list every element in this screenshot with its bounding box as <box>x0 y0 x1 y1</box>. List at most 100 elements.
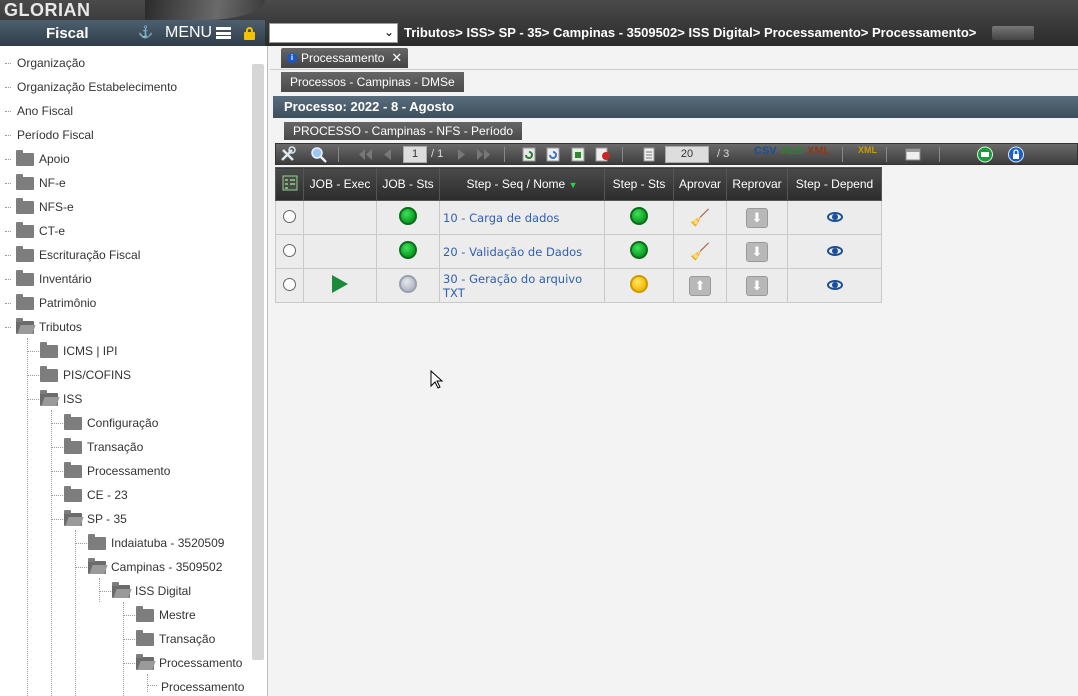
thumbs-down-icon[interactable]: ⬇ <box>746 207 768 228</box>
layout-icon[interactable] <box>904 146 922 163</box>
xml-config-button[interactable]: XML <box>858 145 877 155</box>
prev-page-icon[interactable] <box>378 146 396 163</box>
sidebar-item-organizacao-estabelecimento[interactable]: Organização Estabelecimento <box>0 78 250 98</box>
sidebar-item-patrimonio[interactable]: Patrimônio <box>0 294 250 314</box>
delete-doc-icon[interactable] <box>593 146 611 163</box>
broom-icon[interactable]: 🧹 <box>690 210 710 227</box>
eye-icon[interactable] <box>826 245 843 256</box>
refresh-icon[interactable] <box>520 146 538 163</box>
row-radio[interactable] <box>283 243 296 257</box>
sidebar-item-escrituracao-fiscal[interactable]: Escrituração Fiscal <box>0 246 250 266</box>
folder-icon <box>136 630 154 646</box>
sidebar-item-sp-35[interactable]: SP - 35 <box>0 510 250 530</box>
tab-label: Processamento <box>301 51 385 65</box>
col-job-exec[interactable]: JOB - Exec <box>303 167 377 201</box>
sidebar-item-mestre[interactable]: Mestre <box>0 606 250 626</box>
main-content: i Processamento ✕ Processos - Campinas -… <box>270 46 1078 696</box>
close-icon[interactable]: ✕ <box>391 50 402 66</box>
sidebar-item-indaiatuba[interactable]: Indaiatuba - 3520509 <box>0 534 250 554</box>
folder-icon <box>16 174 34 190</box>
folder-icon <box>64 486 82 502</box>
eye-icon[interactable] <box>826 211 843 222</box>
export-csv-button[interactable]: CSV <box>754 145 777 157</box>
sidebar-item-transacao-iss[interactable]: Transação <box>0 630 250 650</box>
table-row[interactable]: 30 - Geração do arquivo TXT ⬆ ⬇ <box>275 268 882 303</box>
tab-processamento[interactable]: i Processamento ✕ <box>281 48 409 68</box>
app-logo: GLORIAN <box>4 0 91 20</box>
thumbs-down-icon[interactable]: ⬇ <box>746 275 768 296</box>
status-yellow-icon <box>630 275 648 293</box>
step-link[interactable]: 20 - Validação de Dados <box>439 234 605 269</box>
col-step-seq-nome[interactable]: Step - Seq / Nome ▼ <box>439 167 605 201</box>
sidebar-item-organizacao[interactable]: Organização <box>0 54 250 74</box>
sidebar-item-nfe[interactable]: NF-e <box>0 174 250 194</box>
last-page-icon[interactable] <box>475 146 493 163</box>
sidebar-item-tributos[interactable]: Tributos <box>0 318 250 338</box>
thumbs-up-icon[interactable]: ⬆ <box>689 275 711 296</box>
lock-toolbar-icon[interactable] <box>1007 146 1025 163</box>
page-number-input[interactable]: 1 <box>403 146 427 163</box>
sidebar-item-iss-digital[interactable]: ISS Digital <box>0 582 250 602</box>
sidebar-item-iss[interactable]: ISS <box>0 390 250 410</box>
step-link[interactable]: 10 - Carga de dados <box>439 200 605 235</box>
sidebar-item-ano-fiscal[interactable]: Ano Fiscal <box>0 102 250 122</box>
play-icon[interactable] <box>332 275 348 293</box>
export-xls-button[interactable]: XLS <box>781 145 802 157</box>
col-aprovar[interactable]: Aprovar <box>673 167 727 201</box>
col-step-seq-nome-label: Step - Seq / Nome <box>466 177 566 191</box>
tab-strip: i Processamento ✕ <box>270 46 1078 70</box>
table-row[interactable]: 20 - Validação de Dados 🧹 ⬇ <box>275 234 882 269</box>
select-all-header[interactable] <box>275 167 304 201</box>
search-icon[interactable] <box>310 146 328 163</box>
hamburger-icon[interactable] <box>216 27 231 39</box>
col-job-sts[interactable]: JOB - Sts <box>376 167 440 201</box>
company-select[interactable]: ⌄ <box>269 23 398 43</box>
module-bar: Fiscal ⚓ MENU <box>0 20 265 46</box>
folder-icon <box>40 366 58 382</box>
broom-icon[interactable]: 🧹 <box>690 244 710 261</box>
breadcrumb-overflow <box>992 26 1034 40</box>
folder-icon <box>16 270 34 286</box>
go-icon[interactable] <box>976 146 994 163</box>
sidebar-item-processamento-iss[interactable]: Processamento <box>0 654 250 674</box>
sidebar-item-apoio[interactable]: Apoio <box>0 150 250 170</box>
sidebar-item-periodo-fiscal[interactable]: Período Fiscal <box>0 126 250 146</box>
sidebar-item-nfse[interactable]: NFS-e <box>0 198 250 218</box>
rows-per-page-input[interactable]: 20 <box>665 146 709 163</box>
col-step-sts[interactable]: Step - Sts <box>604 167 674 201</box>
sidebar-item-inventario[interactable]: Inventário <box>0 270 250 290</box>
reload-icon[interactable] <box>544 146 562 163</box>
sidebar-item-configuracao[interactable]: Configuração <box>0 414 250 434</box>
rows-total: / 3 <box>717 148 730 160</box>
sidebar-item-cte[interactable]: CT-e <box>0 222 250 242</box>
lock-icon[interactable] <box>244 27 255 40</box>
col-step-depend[interactable]: Step - Depend <box>787 167 882 201</box>
pin-icon[interactable]: ⚓ <box>138 25 153 41</box>
step-link[interactable]: 30 - Geração do arquivo TXT <box>439 268 605 303</box>
sidebar-item-icms-ipi[interactable]: ICMS | IPI <box>0 342 250 362</box>
sort-icon[interactable]: ▼ <box>569 180 578 190</box>
export-xml-button[interactable]: XML <box>807 145 830 157</box>
next-page-icon[interactable] <box>453 146 471 163</box>
folder-icon <box>88 534 106 550</box>
sidebar-item-campinas[interactable]: Campinas - 3509502 <box>0 558 250 578</box>
table-row[interactable]: 10 - Carga de dados 🧹 ⬇ <box>275 200 882 235</box>
grid-toolbar: 1 / 1 20 / 3 CSV XLS XML XML <box>275 143 1078 165</box>
job-exec-cell <box>303 234 377 269</box>
col-reprovar[interactable]: Reprovar <box>726 167 788 201</box>
sidebar-item-pis-cofins[interactable]: PIS/COFINS <box>0 366 250 386</box>
sidebar-scrollbar[interactable] <box>252 64 264 660</box>
export-doc-icon[interactable] <box>569 146 587 163</box>
first-page-icon[interactable] <box>356 146 374 163</box>
thumbs-down-icon[interactable]: ⬇ <box>746 241 768 262</box>
column-chooser-icon[interactable] <box>282 175 298 191</box>
sidebar-item-processamento-leaf[interactable]: Processamento <box>0 678 250 696</box>
sidebar-item-processamento[interactable]: Processamento <box>0 462 250 482</box>
row-radio[interactable] <box>283 277 296 291</box>
sidebar-item-transacao[interactable]: Transação <box>0 438 250 458</box>
row-radio[interactable] <box>283 209 296 223</box>
eye-icon[interactable] <box>826 279 843 290</box>
sidebar-item-ce-23[interactable]: CE - 23 <box>0 486 250 506</box>
tools-icon[interactable] <box>279 146 297 163</box>
menu-button[interactable]: MENU <box>165 24 212 42</box>
